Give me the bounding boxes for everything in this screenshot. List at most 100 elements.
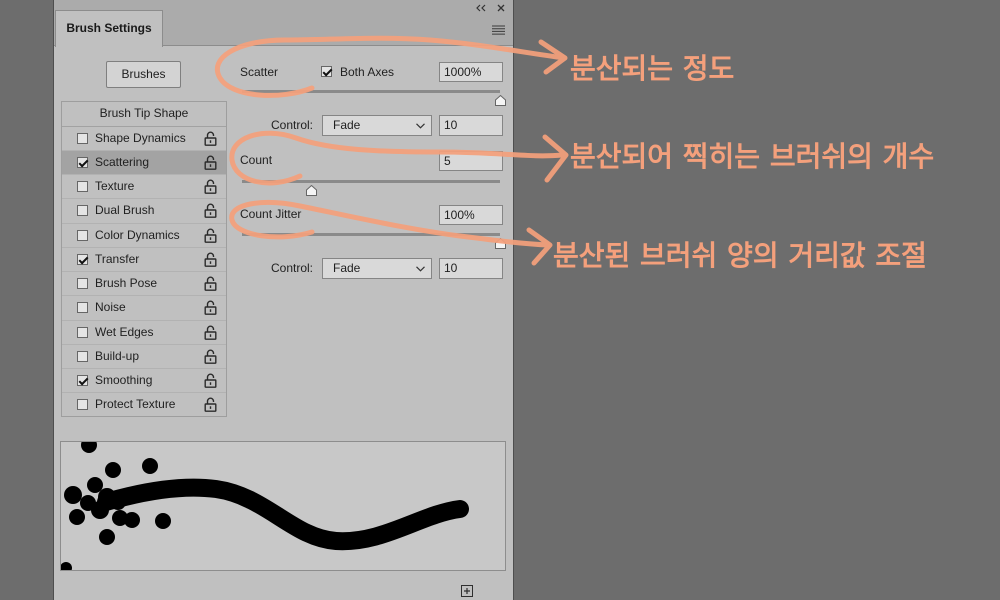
tab-brush-settings[interactable]: Brush Settings <box>55 10 163 47</box>
unlock-icon[interactable] <box>204 155 217 170</box>
dual-brush-checkbox[interactable] <box>77 205 88 217</box>
count-slider-track[interactable] <box>242 180 500 183</box>
scatter-dot <box>105 462 121 478</box>
sidebar-item-label: Build-up <box>95 348 140 363</box>
noise-checkbox[interactable] <box>77 302 88 314</box>
sidebar-item-label: Transfer <box>95 251 140 266</box>
scatter-dot <box>110 494 126 510</box>
panel-menu-icon[interactable] <box>492 24 505 35</box>
count-jitter-control-select[interactable]: Fade <box>322 258 432 279</box>
chevron-down-icon <box>416 266 425 272</box>
unlock-icon[interactable] <box>204 276 217 291</box>
both-axes-label[interactable]: Both Axes <box>340 65 394 79</box>
brush-pose-checkbox[interactable] <box>77 278 88 289</box>
sidebar-item-dual-brush[interactable]: Dual Brush <box>62 199 226 224</box>
scatter-dot <box>69 509 85 525</box>
brush-options-list: Brush Tip Shape Shape Dynamics Scattering… <box>61 101 227 417</box>
color-dynamics-checkbox[interactable] <box>77 229 88 241</box>
sidebar-item-wet-edges[interactable]: Wet Edges <box>62 321 226 345</box>
sidebar-item-label: Texture <box>95 179 135 193</box>
arrow-head-icon <box>526 227 553 266</box>
scatter-value-input[interactable]: 1000% <box>439 62 503 82</box>
sidebar-item-shape-dynamics[interactable]: Shape Dynamics <box>62 127 226 151</box>
annotation-count-jitter-note: 분산된 브러쉬 양의 거리값 조절 <box>553 239 927 272</box>
sidebar-item-smoothing[interactable]: Smoothing <box>62 369 226 394</box>
unlock-icon[interactable] <box>204 228 217 243</box>
scatter-dot <box>64 486 82 504</box>
sidebar-item-label: Protect Texture <box>95 397 176 412</box>
scatter-control-label: Control: <box>271 118 314 132</box>
scatter-control-select[interactable]: Fade <box>322 115 432 136</box>
sidebar-item-texture[interactable]: Texture <box>62 175 226 200</box>
count-jitter-slider-track[interactable] <box>242 233 500 236</box>
scatter-dot <box>142 458 158 474</box>
sidebar-item-label: Wet Edges <box>95 324 154 339</box>
both-axes-checkbox[interactable] <box>321 66 332 77</box>
scatter-slider-thumb[interactable] <box>494 94 506 106</box>
count-jitter-value-input[interactable]: 100% <box>439 205 503 225</box>
sidebar-item-scattering[interactable]: Scattering <box>62 150 226 175</box>
unlock-icon[interactable] <box>204 325 217 340</box>
shape-dynamics-checkbox[interactable] <box>77 132 88 144</box>
arrow-head-icon <box>538 39 568 75</box>
sidebar-item-label: Smoothing <box>95 373 153 387</box>
brush-preview <box>60 441 506 571</box>
brush-tip-shape-item[interactable]: Brush Tip Shape <box>62 102 226 127</box>
sidebar-item-brush-pose[interactable]: Brush Pose <box>62 272 226 297</box>
count-jitter-control-selected: Fade <box>333 261 361 275</box>
count-jitter-label: Count Jitter <box>240 207 302 221</box>
scatter-control-selected: Fade <box>333 118 361 132</box>
smoothing-checkbox[interactable] <box>77 375 88 386</box>
count-jitter-control-steps-input[interactable]: 10 <box>439 258 503 279</box>
sidebar-item-label: Shape Dynamics <box>95 130 186 145</box>
scattering-checkbox[interactable] <box>77 156 88 168</box>
brushes-button[interactable]: Brushes <box>106 61 181 88</box>
build-up-checkbox[interactable] <box>77 350 88 362</box>
scatter-dots <box>61 442 171 570</box>
double-chevron-left-icon[interactable] <box>476 1 486 12</box>
count-jitter-slider-thumb[interactable] <box>494 237 506 249</box>
scatter-label: Scatter <box>240 65 279 79</box>
count-slider-thumb[interactable] <box>306 184 318 196</box>
count-jitter-control-label: Control: <box>271 261 314 275</box>
protect-texture-checkbox[interactable] <box>77 399 88 411</box>
sidebar-item-label: Scattering <box>95 154 150 169</box>
scatter-dot <box>99 529 115 545</box>
scatter-dot <box>124 512 140 528</box>
sidebar-item-build-up[interactable]: Build-up <box>62 345 226 369</box>
count-label: Count <box>240 153 273 167</box>
scatter-dot <box>155 513 171 529</box>
annotation-count-note: 분산되어 찍히는 브러쉬의 개수 <box>570 140 935 173</box>
brush-preview-canvas <box>61 442 469 570</box>
sidebar-item-label: Brush Pose <box>95 276 158 290</box>
transfer-checkbox[interactable] <box>77 253 88 265</box>
sidebar-item-label: Noise <box>95 300 126 315</box>
sidebar-item-color-dynamics[interactable]: Color Dynamics <box>62 224 226 248</box>
unlock-icon[interactable] <box>204 252 217 267</box>
sidebar-item-protect-texture[interactable]: Protect Texture <box>62 393 226 417</box>
unlock-icon[interactable] <box>204 131 217 146</box>
annotation-scatter-note: 분산되는 정도 <box>570 52 735 85</box>
scatter-dot <box>91 501 109 519</box>
scatter-dot <box>81 442 97 453</box>
unlock-icon[interactable] <box>204 203 217 219</box>
chevron-down-icon <box>416 123 425 129</box>
sidebar-item-noise[interactable]: Noise <box>62 296 226 321</box>
sidebar-item-transfer[interactable]: Transfer <box>62 248 226 272</box>
unlock-icon[interactable] <box>204 373 217 388</box>
unlock-icon[interactable] <box>204 300 217 316</box>
unlock-icon[interactable] <box>204 349 217 364</box>
new-preset-icon[interactable] <box>461 585 473 597</box>
texture-checkbox[interactable] <box>77 181 88 192</box>
unlock-icon[interactable] <box>204 397 217 413</box>
scatter-dot <box>61 562 72 570</box>
brush-option-rows: Shape Dynamics Scattering Texture Dual Brus… <box>62 127 226 418</box>
scatter-control-steps-input[interactable]: 10 <box>439 115 503 136</box>
close-icon[interactable] <box>497 1 505 12</box>
scatter-dot <box>87 477 103 493</box>
scatter-slider-track[interactable] <box>242 90 500 93</box>
unlock-icon[interactable] <box>204 179 217 194</box>
count-value-input[interactable]: 5 <box>439 151 503 171</box>
wet-edges-checkbox[interactable] <box>77 326 88 338</box>
sidebar-item-label: Color Dynamics <box>95 227 180 242</box>
